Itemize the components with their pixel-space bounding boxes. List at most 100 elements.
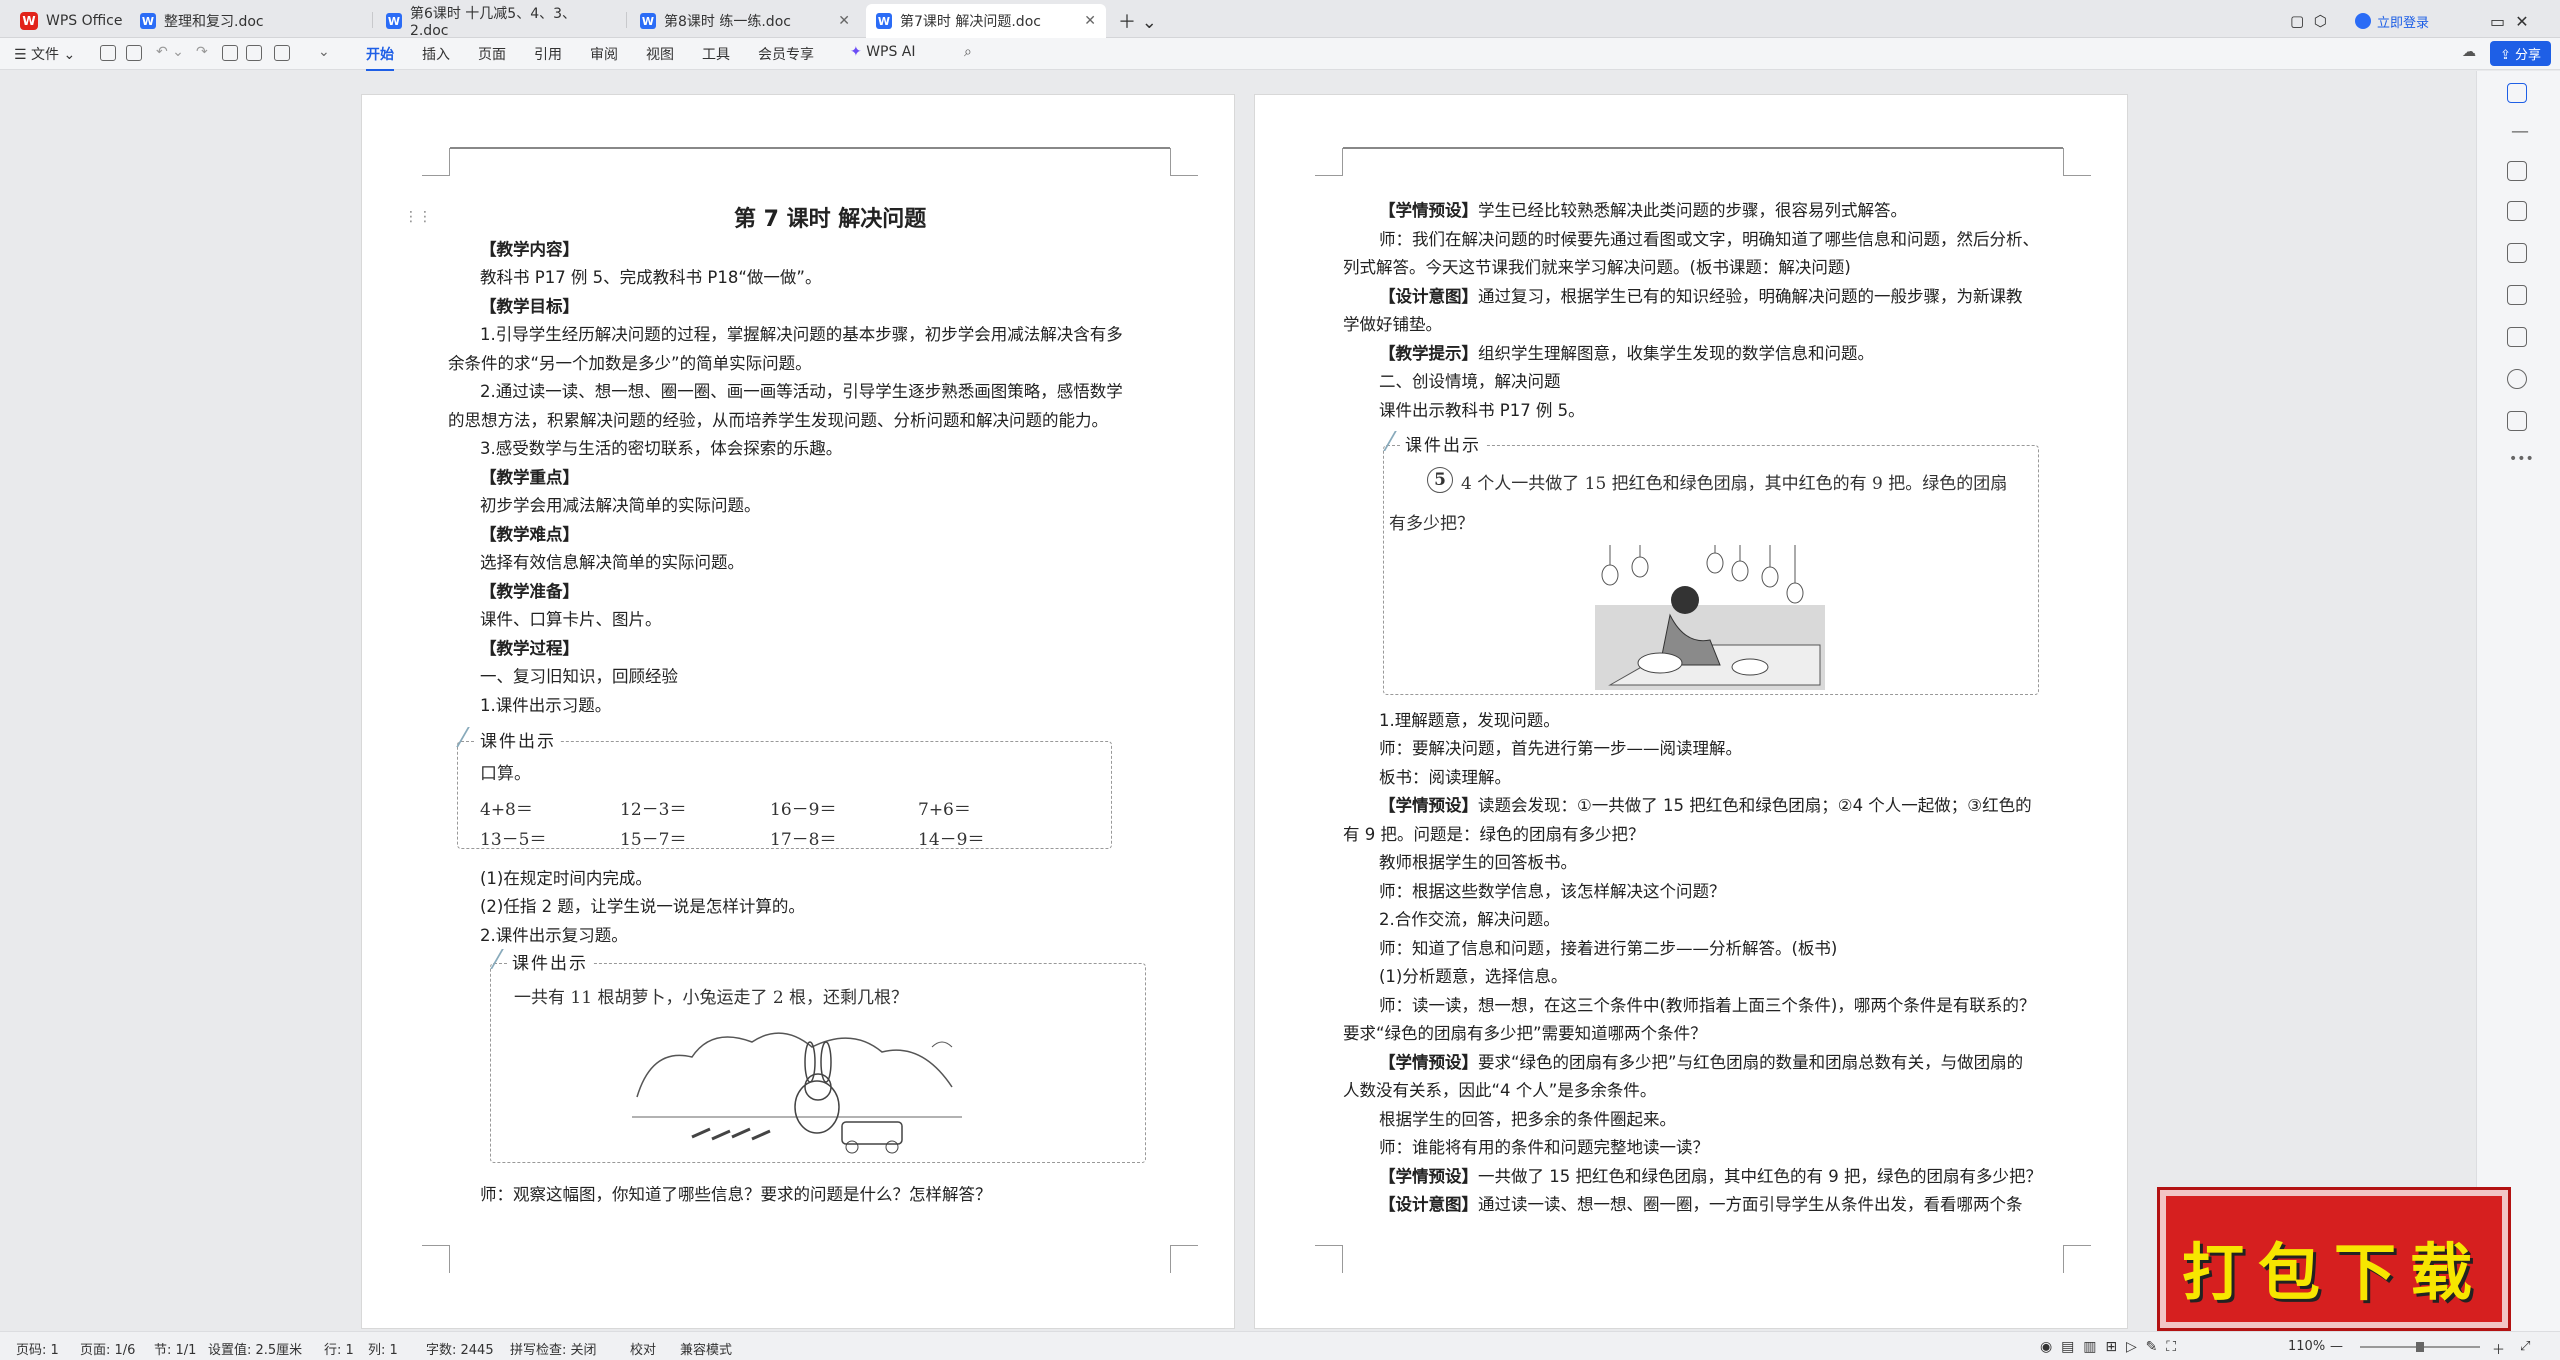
tab-review[interactable]: 审阅 [590, 44, 618, 64]
page-left[interactable]: ⋮⋮ 第 7 课时 解决问题 【教学内容】 教科书 P17 例 5、完成教科书 … [361, 94, 1235, 1329]
tab-wps-ai[interactable]: ✦ WPS AI [850, 44, 916, 60]
status-bar: 页码: 1 页面: 1/6 节: 1/1 设置值: 2.5厘米 行: 1 列: … [0, 1331, 2560, 1360]
location-icon[interactable] [2507, 83, 2527, 103]
paragraph: 师：观察这幅图，你知道了哪些信息？要求的问题是什么？怎样解答？ [480, 1185, 992, 1204]
zoom-in-icon[interactable]: ＋ [2492, 1339, 2505, 1358]
tab-page[interactable]: 页面 [478, 44, 506, 64]
paragraph: 教科书 P17 例 5、完成教科书 P18“做一做”。 [480, 268, 822, 287]
pen-icon[interactable] [2507, 161, 2527, 181]
zoom-out-icon[interactable]: — [2330, 1339, 2343, 1354]
status-words[interactable]: 字数: 2445 [426, 1339, 494, 1358]
tab-label: 整理和复习.doc [164, 14, 264, 30]
status-pages[interactable]: 页面: 1/6 [80, 1339, 135, 1358]
share-panel-icon[interactable] [2507, 411, 2527, 431]
close-icon[interactable]: ✕ [1084, 13, 1096, 29]
more-chevron-icon[interactable]: ⌄ [318, 44, 330, 60]
paragraph: 人数没有关系，因此“4 个人”是多余条件。 [1343, 1081, 1657, 1100]
zoom-slider-handle[interactable] [2416, 1342, 2424, 1352]
paragraph: 师：知道了信息和问题，接着进行第二步——分析解答。(板书) [1379, 939, 1838, 958]
window-icons[interactable]: ▢ ⬡ [2280, 4, 2337, 38]
minus-icon[interactable]: — [2511, 121, 2529, 142]
page-right[interactable]: 【学情预设】学生已经比较熟悉解决此类问题的步骤，很容易列式解答。 师：我们在解决… [1254, 94, 2128, 1329]
cloud-icon[interactable]: ☁ [2462, 44, 2476, 60]
help-icon[interactable] [2507, 369, 2527, 389]
status-spell[interactable]: 拼写检查: 关闭 [510, 1339, 597, 1358]
paragraph: (1)分析题意，选择信息。 [1379, 967, 1568, 986]
tab-doc-4-active[interactable]: W 第7课时 解决问题.doc ✕ [866, 4, 1106, 38]
zoom-level[interactable]: 110% [2288, 1339, 2325, 1354]
tab-doc-3[interactable]: W 第8课时 练一练.doc ✕ [630, 4, 860, 38]
preview-icon[interactable] [246, 45, 262, 61]
document-workspace: ⋮⋮ 第 7 课时 解决问题 【教学内容】 教科书 P17 例 5、完成教科书 … [0, 71, 2496, 1331]
cursor-icon[interactable] [2507, 201, 2527, 221]
tab-vip[interactable]: 会员专享 [758, 44, 814, 64]
paragraph: 2.通过读一读、想一想、圈一圈、画一画等活动，引导学生逐步熟悉画图策略，感悟数学 [480, 382, 1123, 401]
redo-icon[interactable]: ↷ [196, 44, 208, 60]
tab-view[interactable]: 视图 [646, 44, 674, 64]
tab-tools[interactable]: 工具 [702, 44, 730, 64]
paragraph: 读题会发现：①一共做了 15 把红色和绿色团扇；②4 个人一起做；③红色的 [1478, 796, 2032, 815]
status-compat[interactable]: 兼容模式 [680, 1339, 732, 1358]
tab-doc-1[interactable]: W 整理和复习.doc [130, 4, 370, 38]
tab-start[interactable]: 开始 [366, 44, 394, 71]
status-page[interactable]: 页码: 1 [16, 1339, 59, 1358]
example-number: 5 [1427, 467, 1453, 493]
tab-bar: W WPS Office W 整理和复习.doc W 第6课时 十几减5、4、3、2.… [0, 0, 2560, 39]
status-col[interactable]: 列: 1 [368, 1339, 398, 1358]
calc-item: 4+8＝ [480, 800, 533, 820]
header-line [1343, 147, 2063, 149]
margin-mark [422, 1245, 450, 1273]
tab-insert[interactable]: 插入 [422, 44, 450, 64]
close-icon[interactable]: ✕ [838, 13, 850, 29]
tag: 【设计意图】 [1379, 1195, 1478, 1214]
paragraph: 3.感受数学与生活的密切联系，体会探索的乐趣。 [480, 439, 843, 458]
tag: 【学情预设】 [1379, 796, 1478, 815]
paragraph: 师：根据这些数学信息，该怎样解决这个问题？ [1379, 882, 1726, 901]
zoom-slider[interactable] [2360, 1342, 2480, 1352]
paragraph: 通过读一读、想一想、圈一圈，一方面引导学生从条件出发，看看哪两个条 [1478, 1195, 2023, 1214]
image-edit-icon[interactable] [2507, 285, 2527, 305]
status-proof[interactable]: 校对 [630, 1339, 656, 1358]
tab-reference[interactable]: 引用 [534, 44, 562, 64]
paragraph: 2.课件出示复习题。 [480, 926, 628, 945]
print-icon[interactable] [222, 45, 238, 61]
download-banner[interactable]: 打包下载 [2160, 1190, 2508, 1328]
tools-icon[interactable] [2507, 327, 2527, 347]
paragraph: 教师根据学生的回答板书。 [1379, 853, 1577, 872]
page-title: 第 7 课时 解决问题 [734, 207, 927, 232]
ribbon-menu: ☰ 文件 ⌄ ↶ ⌄ ↷ ⌄ 开始 插入 页面 引用 审阅 视图 工具 会员专享… [0, 38, 2560, 71]
heading: 【教学准备】 [480, 582, 579, 601]
undo-icon[interactable]: ↶ ⌄ [156, 44, 184, 60]
new-tab-button[interactable]: ＋ ⌄ [1108, 4, 1167, 38]
tab-doc-2[interactable]: W 第6课时 十几减5、4、3、2.doc [376, 4, 624, 39]
paragraph: 选择有效信息解决简单的实际问题。 [480, 553, 744, 572]
wps-logo-icon: W [20, 12, 38, 30]
paragraph: 二、创设情境，解决问题 [1379, 372, 1561, 391]
calc-item: 16－9＝ [770, 800, 837, 820]
file-menu[interactable]: ☰ 文件 ⌄ [14, 44, 75, 64]
share-button[interactable]: ⇪ 分享 [2490, 41, 2552, 66]
header-line [450, 147, 1170, 149]
status-row[interactable]: 行: 1 [324, 1339, 354, 1358]
status-setting[interactable]: 设置值: 2.5厘米 [208, 1339, 302, 1358]
rabbit-carrots-illustration [632, 1032, 962, 1154]
export-icon[interactable] [126, 45, 142, 61]
settings-icon[interactable] [2507, 243, 2527, 263]
format-icon[interactable] [274, 45, 290, 61]
drag-handle-icon[interactable]: ⋮⋮ [404, 203, 432, 232]
save-icon[interactable] [100, 45, 116, 61]
status-section[interactable]: 节: 1/1 [154, 1339, 196, 1358]
paragraph: 要求“绿色的团扇有多少把”与红色团扇的数量和团扇总数有关，与做团扇的 [1478, 1053, 2024, 1072]
tab-wps-home[interactable]: W WPS Office [10, 4, 133, 38]
tab-label: 第8课时 练一练.doc [664, 14, 791, 30]
login-button[interactable]: 立即登录 [2345, 4, 2439, 38]
more-icon[interactable]: ••• [2509, 451, 2534, 467]
paragraph: (1)在规定时间内完成。 [480, 869, 652, 888]
fullscreen-icon[interactable]: ⤢ [2520, 1339, 2530, 1354]
window-controls[interactable]: ▭ ✕ [2480, 4, 2539, 38]
heading: 【教学目标】 [480, 297, 579, 316]
box-title: 课件出示 [476, 727, 560, 752]
paragraph: 师：读一读，想一想，在这三个条件中(教师指着上面三个条件)，哪两个条件是有联系的… [1379, 996, 2036, 1015]
search-icon[interactable]: ⌕ [964, 44, 972, 60]
view-icons[interactable]: ◉ ▤ ▥ ⊞ ▷ ✎ ⛶ [2040, 1339, 2176, 1355]
